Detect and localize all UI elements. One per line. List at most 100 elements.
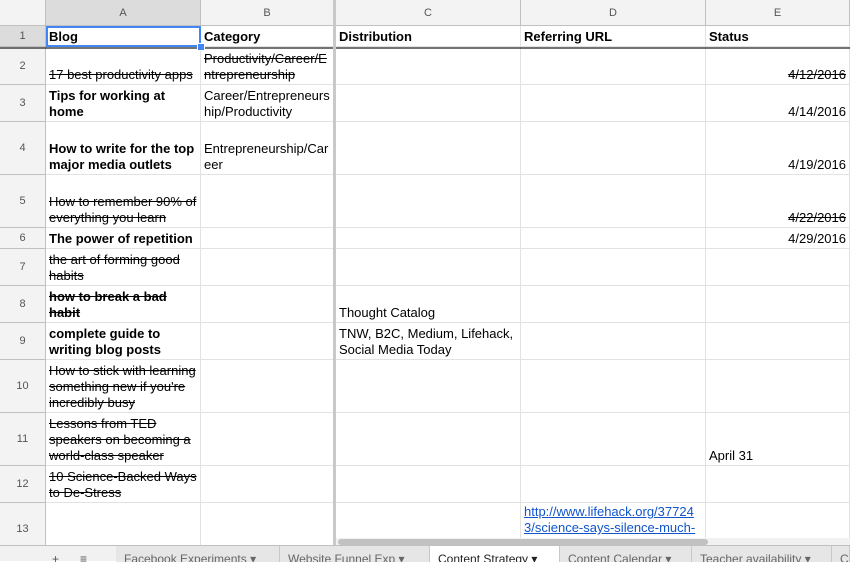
cell-c11[interactable] bbox=[336, 413, 521, 466]
row-header-11[interactable]: 11 bbox=[0, 413, 46, 466]
cell-c2[interactable] bbox=[336, 47, 521, 85]
row-header-8[interactable]: 8 bbox=[0, 286, 46, 323]
cell-b1-text: Category bbox=[204, 29, 261, 44]
row-header-4[interactable]: 4 bbox=[0, 122, 46, 175]
frozen-column-divider[interactable] bbox=[333, 0, 336, 545]
cell-a6[interactable]: The power of repetition bbox=[46, 228, 201, 249]
cell-a13[interactable] bbox=[46, 503, 201, 545]
cell-e7[interactable] bbox=[706, 249, 850, 286]
cell-e8[interactable] bbox=[706, 286, 850, 323]
cell-d1-text: Referring URL bbox=[524, 29, 613, 44]
cell-c8[interactable]: Thought Catalog bbox=[336, 286, 521, 323]
tab-facebook-experiments[interactable]: Facebook Experiments ▾ bbox=[116, 546, 280, 562]
cell-d11[interactable] bbox=[521, 413, 706, 466]
select-all-corner[interactable] bbox=[0, 0, 46, 26]
cell-a11[interactable]: Lessons from TED speakers on becoming a … bbox=[46, 413, 201, 466]
cell-a8[interactable]: how to break a bad habit bbox=[46, 286, 201, 323]
cell-b12[interactable] bbox=[201, 466, 334, 503]
sheet-tab-bar: + ≡ Facebook Experiments ▾ Website Funne… bbox=[0, 545, 850, 566]
column-header-c[interactable]: C bbox=[336, 0, 521, 26]
cell-a4[interactable]: How to write for the top major media out… bbox=[46, 122, 201, 175]
cell-a5-text: How to remember 90% of everything you le… bbox=[49, 194, 197, 225]
cell-a7[interactable]: the art of forming good habits bbox=[46, 249, 201, 286]
cell-a2-text: 17 best productivity apps bbox=[49, 67, 193, 82]
row-header-1[interactable]: 1 bbox=[0, 26, 46, 47]
tab-truncated[interactable]: C bbox=[832, 546, 850, 562]
cell-c9[interactable]: TNW, B2C, Medium, Lifehack, Social Media… bbox=[336, 323, 521, 360]
row-header-6[interactable]: 6 bbox=[0, 228, 46, 249]
cell-c6[interactable] bbox=[336, 228, 521, 249]
cell-e5-text: 4/22/2016 bbox=[788, 210, 846, 225]
cell-b8[interactable] bbox=[201, 286, 334, 323]
column-header-e[interactable]: E bbox=[706, 0, 850, 26]
column-header-d[interactable]: D bbox=[521, 0, 706, 26]
cell-b7[interactable] bbox=[201, 249, 334, 286]
cell-d7[interactable] bbox=[521, 249, 706, 286]
cell-e3[interactable]: 4/14/2016 bbox=[706, 85, 850, 122]
cell-d8[interactable] bbox=[521, 286, 706, 323]
cell-a2[interactable]: 17 best productivity apps bbox=[46, 47, 201, 85]
row-header-12[interactable]: 12 bbox=[0, 466, 46, 503]
cell-b2[interactable]: Productivity/Career/Entrepreneurship bbox=[201, 47, 334, 85]
row-header-10[interactable]: 10 bbox=[0, 360, 46, 413]
row-header-2[interactable]: 2 bbox=[0, 47, 46, 85]
row-header-5[interactable]: 5 bbox=[0, 175, 46, 228]
cell-e9[interactable] bbox=[706, 323, 850, 360]
cell-c10[interactable] bbox=[336, 360, 521, 413]
spreadsheet-grid: A B C D E 1 2 3 4 5 6 7 8 9 10 11 12 13 … bbox=[0, 0, 850, 545]
cell-d3[interactable] bbox=[521, 85, 706, 122]
cell-e11[interactable]: April 31 bbox=[706, 413, 850, 466]
cell-e2[interactable]: 4/12/2016 bbox=[706, 47, 850, 85]
cell-b1[interactable]: Category bbox=[201, 26, 334, 47]
cell-c12[interactable] bbox=[336, 466, 521, 503]
cell-c1[interactable]: Distribution bbox=[336, 26, 521, 47]
row-header-3[interactable]: 3 bbox=[0, 85, 46, 122]
cell-d9[interactable] bbox=[521, 323, 706, 360]
cell-b6[interactable] bbox=[201, 228, 334, 249]
cell-e4[interactable]: 4/19/2016 bbox=[706, 122, 850, 175]
cell-b11[interactable] bbox=[201, 413, 334, 466]
cell-c7[interactable] bbox=[336, 249, 521, 286]
cell-c9-text: TNW, B2C, Medium, Lifehack, Social Media… bbox=[339, 326, 514, 357]
cell-a12[interactable]: 10 Science-Backed Ways to De-Stress bbox=[46, 466, 201, 503]
cell-c4[interactable] bbox=[336, 122, 521, 175]
tab-content-strategy[interactable]: Content Strategy ▾ bbox=[430, 546, 560, 562]
menu-icon[interactable]: ≡ bbox=[80, 546, 87, 566]
cell-b5[interactable] bbox=[201, 175, 334, 228]
cell-a9[interactable]: complete guide to writing blog posts bbox=[46, 323, 201, 360]
cell-b10[interactable] bbox=[201, 360, 334, 413]
cell-b4-text: Entrepreneurship/Career bbox=[204, 141, 329, 172]
cell-b3[interactable]: Career/Entrepreneurship/Productivity bbox=[201, 85, 334, 122]
cell-d2[interactable] bbox=[521, 47, 706, 85]
cell-a3[interactable]: Tips for working at home bbox=[46, 85, 201, 122]
column-header-b[interactable]: B bbox=[201, 0, 334, 26]
cell-d10[interactable] bbox=[521, 360, 706, 413]
cell-e10[interactable] bbox=[706, 360, 850, 413]
cell-d4[interactable] bbox=[521, 122, 706, 175]
cell-d5[interactable] bbox=[521, 175, 706, 228]
cell-c3[interactable] bbox=[336, 85, 521, 122]
cell-e5[interactable]: 4/22/2016 bbox=[706, 175, 850, 228]
cell-b9[interactable] bbox=[201, 323, 334, 360]
row-header-7[interactable]: 7 bbox=[0, 249, 46, 286]
cell-d12[interactable] bbox=[521, 466, 706, 503]
tab-teacher-availability[interactable]: Teacher availability ▾ bbox=[692, 546, 832, 562]
row-header-13[interactable]: 13 bbox=[0, 503, 46, 545]
column-header-a[interactable]: A bbox=[46, 0, 201, 26]
cell-e12[interactable] bbox=[706, 466, 850, 503]
cell-b13[interactable] bbox=[201, 503, 334, 545]
cell-b4[interactable]: Entrepreneurship/Career bbox=[201, 122, 334, 175]
cell-d1[interactable]: Referring URL bbox=[521, 26, 706, 47]
tab-content-calendar[interactable]: Content Calendar ▾ bbox=[560, 546, 692, 562]
tab-website-funnel-exp[interactable]: Website Funnel Exp ▾ bbox=[280, 546, 430, 562]
cell-c5[interactable] bbox=[336, 175, 521, 228]
cell-a8-text: how to break a bad habit bbox=[49, 289, 167, 320]
plus-icon[interactable]: + bbox=[52, 546, 59, 566]
cell-d6[interactable] bbox=[521, 228, 706, 249]
cell-a10[interactable]: How to stick with learning something new… bbox=[46, 360, 201, 413]
cell-a5[interactable]: How to remember 90% of everything you le… bbox=[46, 175, 201, 228]
row-header-9[interactable]: 9 bbox=[0, 323, 46, 360]
cell-e6[interactable]: 4/29/2016 bbox=[706, 228, 850, 249]
cell-e1[interactable]: Status bbox=[706, 26, 850, 47]
fill-handle[interactable] bbox=[197, 43, 205, 51]
